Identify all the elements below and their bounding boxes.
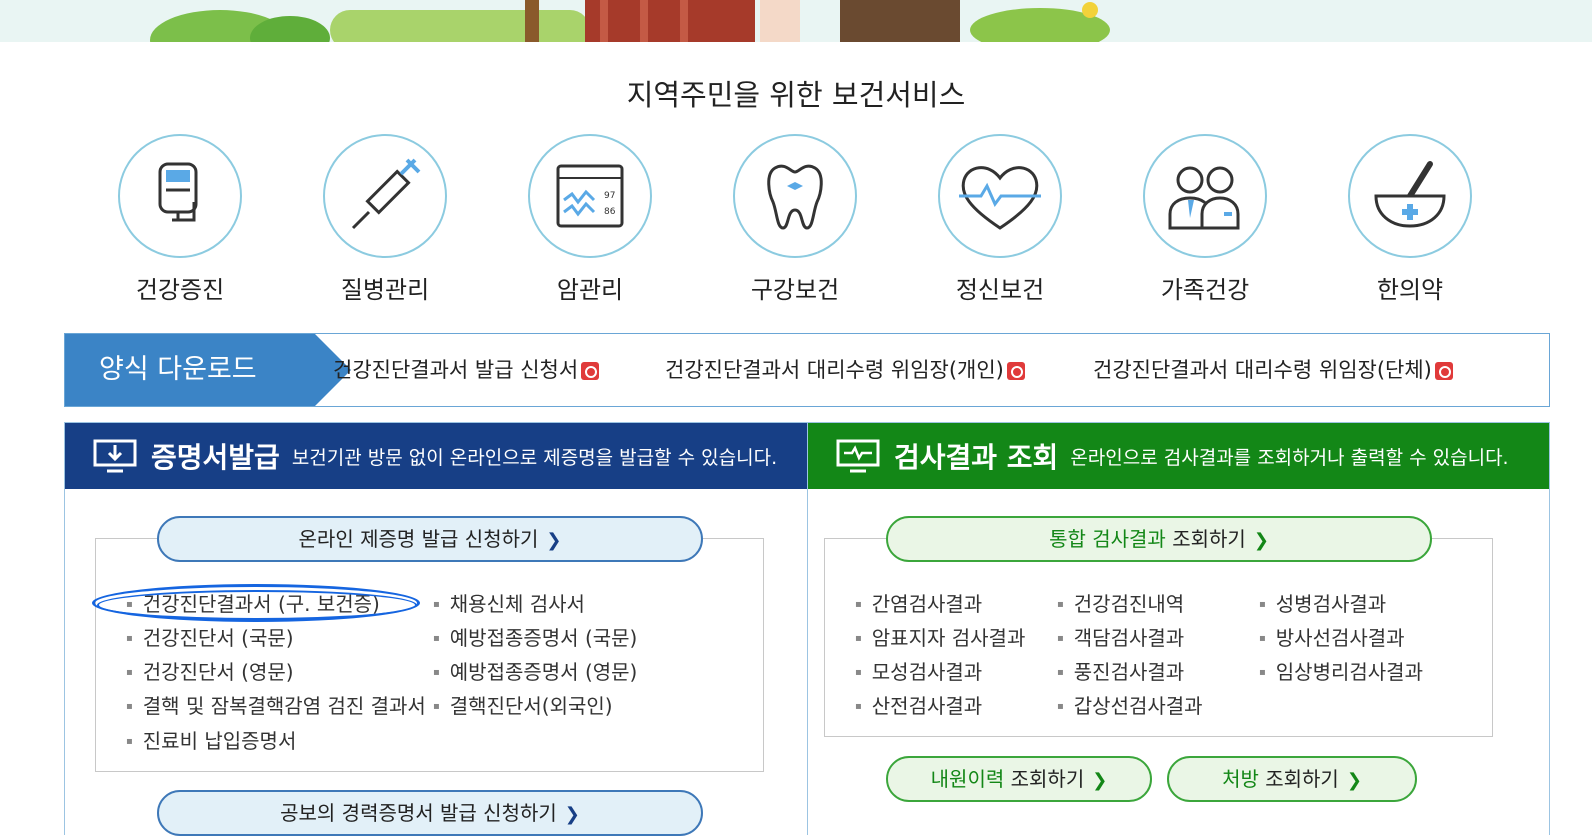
- section-title: 지역주민을 위한 보건서비스: [626, 78, 966, 112]
- service-label: 구강보건: [750, 276, 840, 304]
- service-family-health[interactable]: 가족건강: [1125, 134, 1285, 305]
- visit-history-button[interactable]: 내원이력 조회하기 ❯: [886, 756, 1152, 802]
- service-label: 한의약: [1376, 276, 1444, 304]
- service-health-promotion[interactable]: 건강증진: [100, 134, 260, 305]
- cert-item-health-cert-kr[interactable]: 건강진단서 (국문): [126, 622, 294, 651]
- service-oriental-medicine[interactable]: 한의약: [1330, 134, 1490, 305]
- mortar-pestle-icon: [1374, 161, 1446, 228]
- result-item-radiology[interactable]: 방사선검사결과: [1259, 622, 1405, 651]
- form-link-proxy-individual[interactable]: 건강진단결과서 대리수령 위임장(개인): [665, 334, 1025, 406]
- heart-pulse-icon: [959, 166, 1041, 230]
- result-item-prenatal[interactable]: 산전검사결과: [855, 690, 982, 719]
- pdf-icon: [1434, 362, 1453, 380]
- result-item-maternal[interactable]: 모성검사결과: [855, 656, 982, 685]
- cert-item-health-cert-en[interactable]: 건강진단서 (영문): [126, 656, 294, 685]
- syringe-icon: [351, 158, 421, 230]
- cert-item-vaccination-en[interactable]: 예방접종증명서 (영문): [433, 656, 638, 685]
- certificate-desc: 보건기관 방문 없이 온라인으로 제증명을 발급할 수 있습니다.: [291, 446, 778, 469]
- service-label: 가족건강: [1160, 276, 1250, 304]
- service-mental-health[interactable]: 정신보건: [920, 134, 1080, 305]
- results-title: 검사결과 조회: [894, 441, 1059, 474]
- chevron-right-icon: ❯: [564, 804, 580, 825]
- monitor-pulse-icon: [836, 439, 880, 473]
- service-label: 암관리: [556, 276, 624, 304]
- career-certificate-apply-button[interactable]: 공보의 경력증명서 발급 신청하기 ❯: [157, 790, 703, 836]
- results-desc: 온라인으로 검사결과를 조회하거나 출력할 수 있습니다.: [1070, 446, 1509, 469]
- cert-item-tb-result[interactable]: 결핵 및 잠복결핵감염 검진 결과서: [126, 690, 426, 719]
- monitor-chart-icon: 97 86: [556, 164, 624, 228]
- pdf-icon: [1006, 362, 1025, 380]
- service-label: 질병관리: [340, 276, 430, 304]
- monitor-download-icon: [93, 439, 137, 473]
- result-item-std[interactable]: 성병검사결과: [1259, 588, 1386, 617]
- result-item-tumor-marker[interactable]: 암표지자 검사결과: [855, 622, 1026, 651]
- cert-item-vaccination-kr[interactable]: 예방접종증명서 (국문): [433, 622, 638, 651]
- online-certificate-apply-button[interactable]: 온라인 제증명 발급 신청하기 ❯: [157, 516, 703, 562]
- tooth-icon: [767, 164, 823, 230]
- result-item-sputum[interactable]: 객담검사결과: [1057, 622, 1184, 651]
- cert-item-payment-cert[interactable]: 진료비 납입증명서: [126, 725, 297, 754]
- pdf-icon: [581, 362, 600, 380]
- chevron-right-icon: ❯: [1253, 530, 1269, 551]
- cert-item-tb-foreigner[interactable]: 결핵진단서(외국인): [433, 690, 613, 719]
- service-cancer-management[interactable]: 97 86 암관리: [510, 134, 670, 305]
- service-label: 정신보건: [955, 276, 1045, 304]
- form-download-bar: 양식 다운로드 건강진단결과서 발급 신청서 건강진단결과서 대리수령 위임장(…: [64, 333, 1550, 407]
- form-download-tag: 양식 다운로드: [65, 334, 315, 406]
- chevron-right-icon: ❯: [1346, 770, 1362, 791]
- family-icon: [1168, 166, 1240, 230]
- chevron-right-icon: ❯: [546, 530, 562, 551]
- highlight-circle-annotation: [97, 590, 417, 620]
- result-item-hepatitis[interactable]: 간염검사결과: [855, 588, 982, 617]
- service-oral-health[interactable]: 구강보건: [715, 134, 875, 305]
- iv-bag-icon: [158, 162, 198, 222]
- result-item-checkup-history[interactable]: 건강검진내역: [1057, 588, 1184, 617]
- top-banner-illustration: [0, 0, 1592, 42]
- result-item-rubella[interactable]: 풍진검사결과: [1057, 656, 1184, 685]
- service-label: 건강증진: [135, 276, 225, 304]
- results-header: 검사결과 조회 온라인으로 검사결과를 조회하거나 출력할 수 있습니다.: [808, 423, 1549, 489]
- service-disease-management[interactable]: 질병관리: [305, 134, 465, 305]
- form-link-application[interactable]: 건강진단결과서 발급 신청서: [333, 334, 600, 406]
- certificate-header: 증명서발급 보건기관 방문 없이 온라인으로 제증명을 발급할 수 있습니다.: [65, 423, 807, 489]
- cert-item-employment-exam[interactable]: 채용신체 검사서: [433, 588, 585, 617]
- integrated-results-button[interactable]: 통합 검사결과 조회하기 ❯: [886, 516, 1432, 562]
- chevron-right-icon: ❯: [1092, 770, 1108, 791]
- certificate-title: 증명서발급: [151, 441, 280, 474]
- form-link-proxy-group[interactable]: 건강진단결과서 대리수령 위임장(단체): [1093, 334, 1453, 406]
- result-item-clinical-pathology[interactable]: 임상병리검사결과: [1259, 656, 1423, 685]
- result-item-thyroid[interactable]: 갑상선검사결과: [1057, 690, 1203, 719]
- svg-text:97: 97: [604, 191, 615, 201]
- svg-text:86: 86: [604, 207, 616, 217]
- prescription-button[interactable]: 처방 조회하기 ❯: [1167, 756, 1417, 802]
